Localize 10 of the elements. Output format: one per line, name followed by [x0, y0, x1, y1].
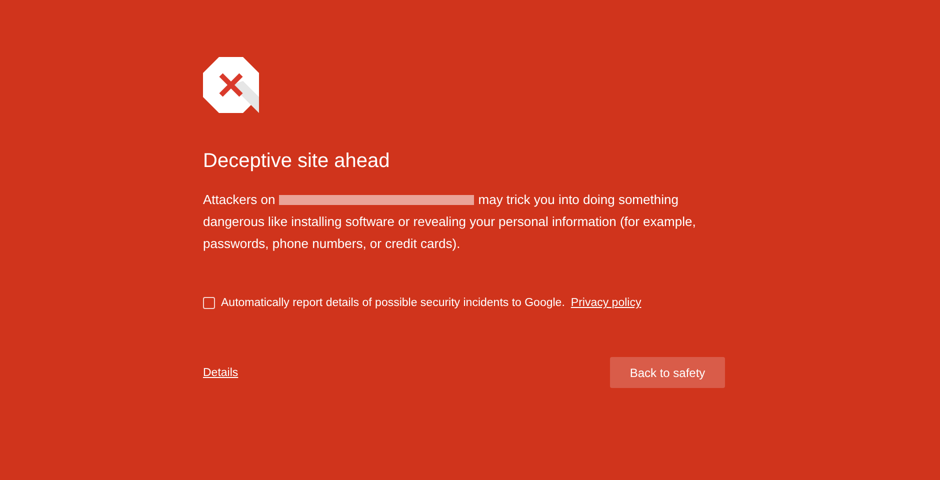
privacy-policy-link[interactable]: Privacy policy — [570, 297, 642, 309]
report-checkbox[interactable] — [203, 297, 215, 309]
error-icon — [203, 57, 259, 113]
details-link[interactable]: Details — [203, 366, 238, 378]
warning-title: Deceptive site ahead — [203, 149, 391, 173]
back-to-safety-button[interactable]: Back to safety — [610, 357, 725, 388]
report-label: Automatically report details of possible security incidents to Google. — [221, 297, 565, 309]
message-text: dangerous like installing software or revealing your personal information (for example, passwords, phone numbers, or credit cards). — [203, 213, 697, 253]
message-text: Attackers on — [203, 191, 276, 209]
message-text: may trick you into doing something — [478, 191, 678, 209]
